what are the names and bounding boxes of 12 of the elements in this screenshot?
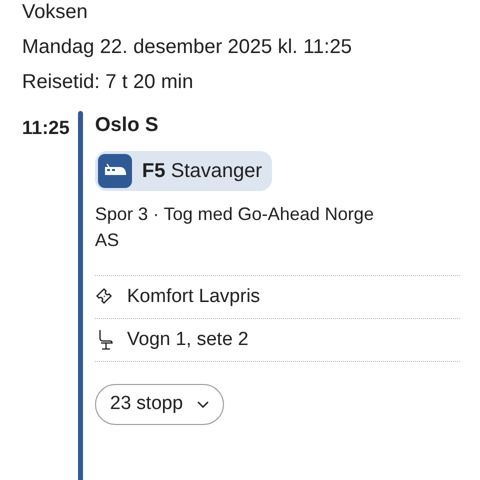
info-text: Komfort Lavpris — [127, 284, 260, 309]
stops-button[interactable]: 23 stopp — [95, 384, 224, 425]
chevron-icon — [196, 400, 209, 408]
platform-operator: Spor 3 · Tog med Go-Ahead Norge AS — [95, 203, 375, 252]
line-name: F5 Stavanger — [142, 159, 262, 184]
train-icon — [98, 154, 132, 188]
departure-time: 11:25 — [22, 118, 70, 139]
info-text: Vogn 1, sete 2 — [127, 328, 248, 352]
departure-date: Mandag 22. desember 2025 kl. 11:25 — [22, 35, 353, 60]
travel-time: Reisetid: 7 t 20 min — [22, 70, 194, 95]
passenger-type: Voksen — [22, 0, 89, 25]
station-name: Oslo S — [95, 113, 160, 138]
